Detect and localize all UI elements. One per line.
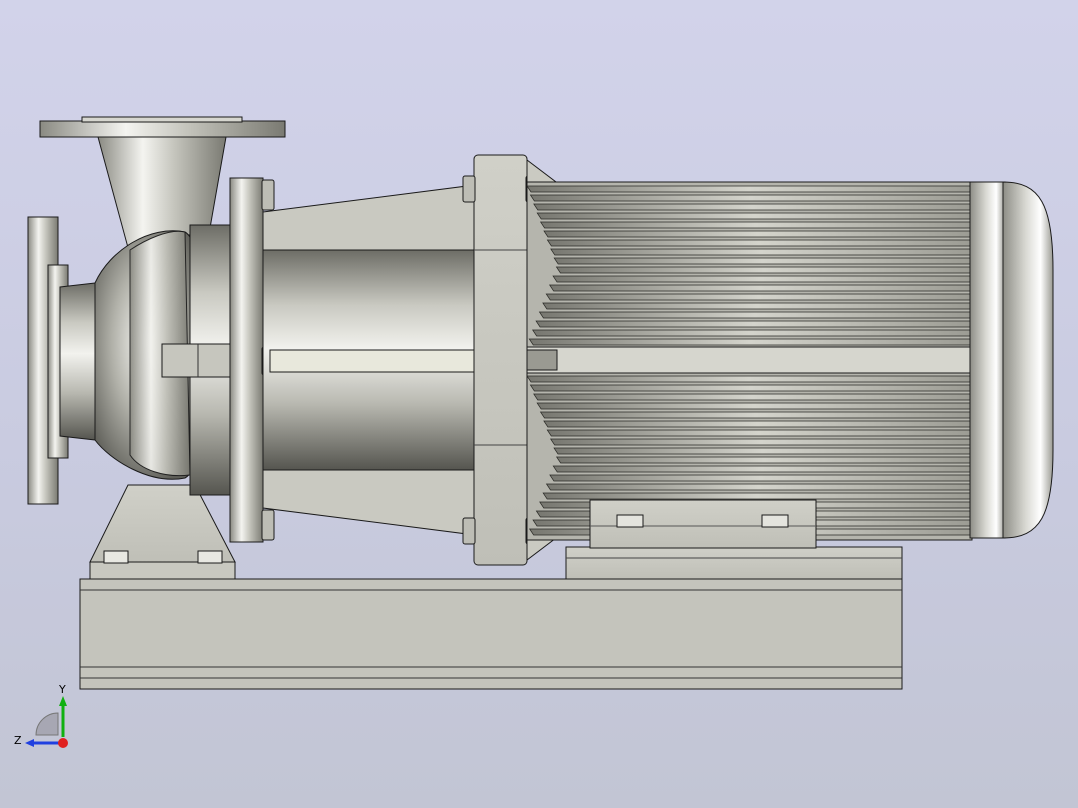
pump-foot[interactable] bbox=[89, 484, 236, 580]
graphics-viewport[interactable]: Y Z bbox=[0, 0, 1078, 808]
cooling-fin bbox=[538, 311, 971, 319]
cooling-fin bbox=[536, 402, 971, 410]
z-axis-arrow bbox=[25, 739, 34, 747]
cooling-fin bbox=[553, 447, 971, 455]
bolt-head bbox=[261, 179, 275, 211]
cooling-fin bbox=[552, 275, 971, 283]
volute-casing[interactable] bbox=[94, 224, 236, 496]
foot-bolt bbox=[761, 514, 789, 528]
cooling-fin bbox=[555, 456, 971, 464]
cooling-fin bbox=[533, 393, 971, 401]
motor-support-block[interactable] bbox=[565, 546, 903, 580]
cooling-fin bbox=[545, 293, 971, 301]
cooling-fin bbox=[546, 239, 971, 247]
cooling-fin bbox=[532, 329, 971, 337]
cooling-fin bbox=[549, 474, 971, 482]
cooling-fin bbox=[528, 338, 971, 346]
cooling-fin bbox=[546, 429, 971, 437]
shaft-window bbox=[269, 349, 476, 373]
cooling-fin bbox=[526, 375, 971, 383]
motor-frame[interactable] bbox=[526, 181, 973, 541]
y-axis-label: Y bbox=[58, 683, 66, 696]
z-axis-label: Z bbox=[14, 734, 22, 747]
cooling-fin bbox=[550, 248, 971, 256]
cooling-fin bbox=[545, 483, 971, 491]
cooling-fin bbox=[542, 492, 971, 500]
cooling-fin bbox=[533, 203, 971, 211]
foot-bolt bbox=[197, 550, 223, 564]
adapter-lantern[interactable] bbox=[262, 184, 476, 536]
cooling-fin bbox=[539, 411, 971, 419]
pump-assembly-model[interactable] bbox=[0, 0, 1078, 808]
bolt-head bbox=[462, 175, 476, 203]
cooling-fin bbox=[529, 194, 971, 202]
triad-quarter-disc bbox=[35, 712, 59, 736]
motor-terminal-strip bbox=[526, 346, 973, 374]
cooling-fin bbox=[548, 284, 971, 292]
cooling-fin bbox=[529, 384, 971, 392]
cooling-fin bbox=[553, 257, 971, 265]
cooling-fin bbox=[542, 302, 971, 310]
foot-bolt bbox=[103, 550, 129, 564]
x-axis-dot bbox=[58, 738, 68, 748]
cooling-fin bbox=[552, 465, 971, 473]
cooling-fin bbox=[539, 221, 971, 229]
cooling-fin bbox=[555, 266, 971, 274]
base-frame[interactable] bbox=[79, 578, 903, 690]
orientation-triad[interactable]: Y Z bbox=[10, 682, 80, 752]
cooling-fin bbox=[543, 230, 971, 238]
cooling-fin bbox=[543, 420, 971, 428]
cooling-fin bbox=[535, 320, 971, 328]
cooling-fin bbox=[536, 212, 971, 220]
cooling-fin bbox=[549, 438, 971, 446]
fan-cover[interactable] bbox=[969, 181, 1054, 539]
y-axis-arrow bbox=[59, 696, 67, 706]
bolt-head bbox=[462, 517, 476, 545]
casing-lug bbox=[161, 343, 231, 378]
foot-bolt bbox=[616, 514, 644, 528]
cooling-fin bbox=[526, 185, 971, 193]
bolt-head bbox=[261, 509, 275, 541]
motor-foot[interactable] bbox=[589, 499, 817, 549]
